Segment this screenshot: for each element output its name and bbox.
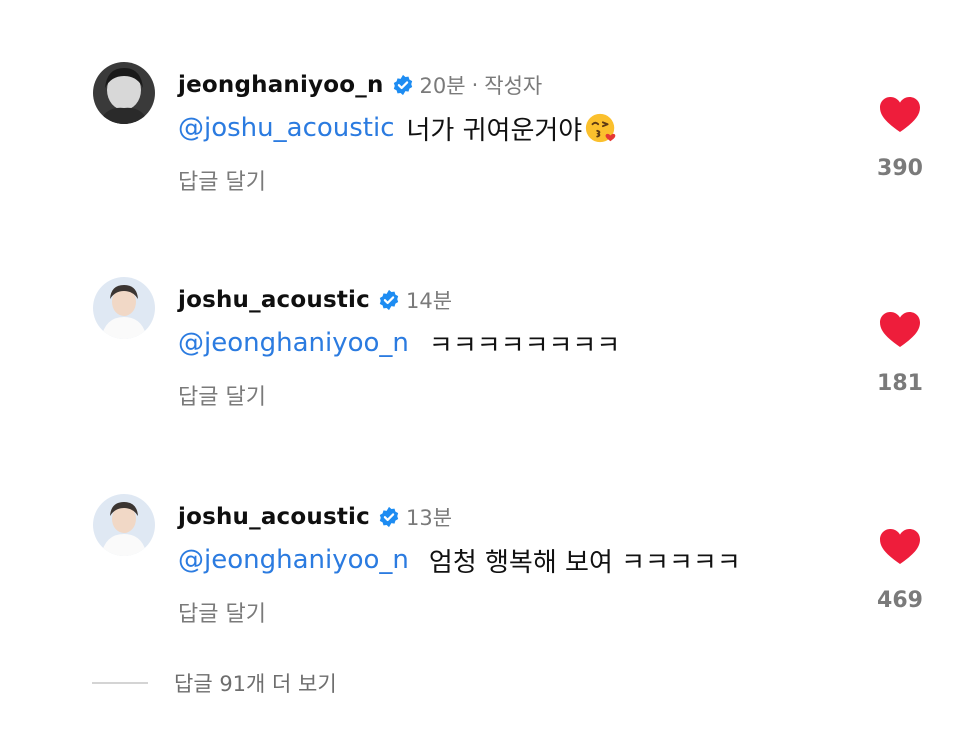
mention-link[interactable]: @jeonghaniyoo_n xyxy=(178,545,409,575)
comment: jeonghaniyoo_n 20분 · 작성자 @joshu_acoustic… xyxy=(0,60,968,220)
like-group: 390 xyxy=(870,96,930,181)
separator-dot: · xyxy=(471,73,479,97)
comment-header: joshu_acoustic 14분 xyxy=(178,283,452,317)
heart-icon[interactable] xyxy=(879,96,921,134)
comment-header: jeonghaniyoo_n 20분 · 작성자 xyxy=(178,68,542,102)
comment-body: @joshu_acoustic 너가 귀여운거야 xyxy=(178,110,618,146)
view-more-replies[interactable]: 답글 91개 더 보기 xyxy=(92,668,337,698)
username[interactable]: jeonghaniyoo_n xyxy=(178,72,384,98)
avatar[interactable] xyxy=(93,494,155,556)
verified-badge-icon xyxy=(379,506,399,528)
avatar[interactable] xyxy=(93,62,155,124)
comment-time: 13분 xyxy=(405,506,453,530)
reply-button[interactable]: 답글 달기 xyxy=(178,596,266,628)
like-count: 469 xyxy=(877,588,923,613)
verified-badge-icon xyxy=(393,74,412,96)
like-count: 181 xyxy=(877,371,923,396)
divider-line xyxy=(92,682,148,684)
heart-icon[interactable] xyxy=(879,528,921,566)
heart-icon[interactable] xyxy=(879,311,921,349)
comment-body: @jeonghaniyoo_n 엄청 행복해 보여 ㅋㅋㅋㅋㅋ xyxy=(178,542,741,578)
avatar-image xyxy=(93,494,155,556)
comment-header: joshu_acoustic 13분 xyxy=(178,500,452,534)
like-group: 469 xyxy=(870,528,930,613)
like-group: 181 xyxy=(870,311,930,396)
reply-button[interactable]: 답글 달기 xyxy=(178,164,266,196)
face-blowing-kiss-icon xyxy=(586,113,616,143)
comment-time: 14분 xyxy=(405,289,453,313)
comment: joshu_acoustic 14분 @jeonghaniyoo_n ㅋㅋㅋㅋㅋ… xyxy=(0,275,968,435)
avatar[interactable] xyxy=(93,277,155,339)
reply-button[interactable]: 답글 달기 xyxy=(178,379,266,411)
avatar-image xyxy=(93,277,155,339)
like-count: 390 xyxy=(877,156,923,181)
comment-text: 너가 귀여운거야 xyxy=(406,115,583,146)
username[interactable]: joshu_acoustic xyxy=(178,287,370,313)
author-tag: 작성자 xyxy=(484,74,543,98)
comment: joshu_acoustic 13분 @jeonghaniyoo_n 엄청 행복… xyxy=(0,492,968,652)
view-more-replies-label: 답글 91개 더 보기 xyxy=(174,672,337,696)
comment-text: 엄청 행복해 보여 ㅋㅋㅋㅋㅋ xyxy=(428,547,741,578)
mention-link[interactable]: @joshu_acoustic xyxy=(178,113,395,143)
verified-badge-icon xyxy=(379,289,399,311)
comment-body: @jeonghaniyoo_n ㅋㅋㅋㅋㅋㅋㅋㅋ xyxy=(178,325,620,361)
avatar-image xyxy=(93,62,155,124)
username[interactable]: joshu_acoustic xyxy=(178,504,370,530)
comment-text: ㅋㅋㅋㅋㅋㅋㅋㅋ xyxy=(428,330,621,361)
mention-link[interactable]: @jeonghaniyoo_n xyxy=(178,328,409,358)
comment-time: 20분 xyxy=(419,74,466,98)
